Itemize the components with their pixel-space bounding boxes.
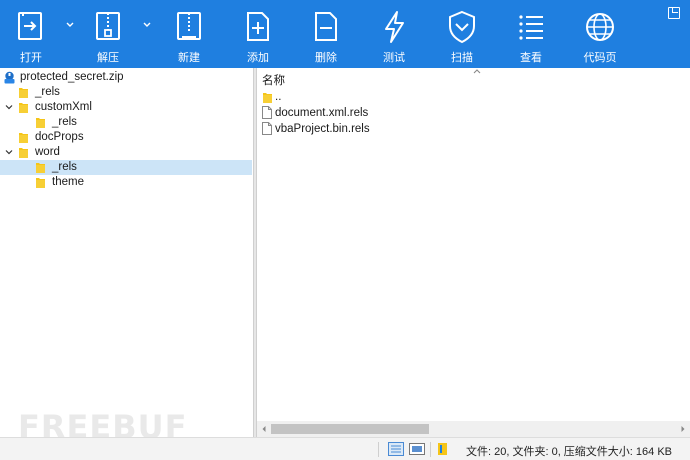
folder-icon	[19, 87, 28, 98]
scroll-right-arrow-icon[interactable]	[679, 425, 687, 433]
status-separator	[378, 442, 379, 457]
file-name: document.xml.rels	[275, 107, 369, 119]
file-icon	[262, 106, 272, 119]
scan-shield-icon	[449, 10, 475, 44]
test-label: 测试	[383, 52, 405, 64]
open-label: 打开	[20, 52, 42, 64]
folder-icon	[263, 92, 272, 103]
open-icon	[18, 12, 42, 40]
column-header-name[interactable]: 名称	[257, 68, 690, 88]
delete-label: 删除	[315, 52, 337, 64]
file-list: 名称 .. document.xml.rels vbaProject.bin.r…	[257, 68, 690, 437]
tree-item-word-rels[interactable]: _rels	[0, 160, 252, 175]
details-view-icon[interactable]	[388, 442, 404, 456]
zip-archive-icon	[4, 71, 15, 84]
scan-button[interactable]: 扫描	[432, 0, 492, 68]
tree-item-rels[interactable]: _rels	[0, 85, 252, 100]
archive-info-icon[interactable]	[436, 442, 452, 456]
file-row-parent[interactable]: ..	[257, 89, 690, 105]
open-dropdown-chevron-icon[interactable]	[65, 20, 75, 30]
codepage-button[interactable]: 代码页	[570, 0, 630, 68]
add-label: 添加	[247, 52, 269, 64]
extract-button[interactable]: 解压	[78, 0, 138, 68]
folder-icon	[19, 147, 28, 158]
new-archive-icon	[177, 12, 201, 40]
tree-item-customxml[interactable]: customXml	[0, 100, 252, 115]
tree-item-label: theme	[52, 176, 84, 188]
tree-item-label: _rels	[52, 116, 77, 128]
scroll-left-arrow-icon[interactable]	[260, 425, 268, 433]
delete-icon	[315, 12, 337, 41]
folder-icon	[36, 117, 45, 128]
open-button[interactable]: 打开	[1, 0, 61, 68]
globe-icon	[586, 13, 614, 41]
chevron-down-icon[interactable]	[5, 103, 13, 111]
tree-item-label: _rels	[52, 161, 77, 173]
tree-root-label: protected_secret.zip	[20, 71, 124, 83]
codepage-label: 代码页	[583, 52, 617, 64]
tree-item-label: customXml	[35, 101, 92, 113]
scan-label: 扫描	[451, 52, 473, 64]
tree-root[interactable]: protected_secret.zip	[0, 70, 252, 85]
new-archive-label: 新建	[178, 52, 200, 64]
tree-item-label: docProps	[35, 131, 84, 143]
column-header-label: 名称	[262, 75, 285, 87]
view-label: 查看	[520, 52, 542, 64]
file-row[interactable]: document.xml.rels	[257, 105, 690, 121]
folder-icon	[19, 132, 28, 143]
file-name: ..	[275, 91, 282, 103]
delete-button[interactable]: 删除	[296, 0, 356, 68]
file-icon	[262, 122, 272, 135]
folder-tree: protected_secret.zip _rels customXml _re…	[0, 68, 253, 437]
folder-icon	[36, 162, 45, 173]
file-name: vbaProject.bin.rels	[275, 123, 370, 135]
folder-icon	[36, 177, 45, 188]
tree-item-docprops[interactable]: docProps	[0, 130, 252, 145]
add-button[interactable]: 添加	[228, 0, 288, 68]
file-row[interactable]: vbaProject.bin.rels	[257, 121, 690, 137]
tree-item-label: word	[35, 146, 60, 158]
view-list-icon	[519, 15, 543, 40]
new-archive-button[interactable]: 新建	[159, 0, 219, 68]
folder-icon	[19, 102, 28, 113]
sort-chevron-up-icon	[473, 69, 481, 74]
tree-item-word[interactable]: word	[0, 145, 252, 160]
horizontal-scrollbar[interactable]	[257, 421, 690, 437]
extract-icon	[96, 12, 120, 40]
extract-label: 解压	[97, 52, 119, 64]
add-icon	[247, 12, 269, 41]
thumbnail-view-icon[interactable]	[409, 442, 425, 456]
view-button[interactable]: 查看	[501, 0, 561, 68]
status-bar: 文件: 20, 文件夹: 0, 压缩文件大小: 164 KB	[0, 437, 690, 460]
tree-item-theme[interactable]: theme	[0, 175, 252, 190]
status-separator	[430, 442, 431, 457]
tree-item-label: _rels	[35, 86, 60, 98]
scrollbar-thumb[interactable]	[271, 424, 429, 434]
test-button[interactable]: 测试	[364, 0, 424, 68]
toolbar: 打开 解压 新建 添加 删除 测试 扫描 查看 代码页	[0, 0, 690, 68]
extract-dropdown-chevron-icon[interactable]	[142, 20, 152, 30]
chevron-down-icon[interactable]	[5, 148, 13, 156]
window-restore-icon[interactable]	[668, 7, 680, 19]
status-summary: 文件: 20, 文件夹: 0, 压缩文件大小: 164 KB	[466, 446, 672, 458]
tree-item-customxml-rels[interactable]: _rels	[0, 115, 252, 130]
test-icon	[385, 11, 404, 43]
